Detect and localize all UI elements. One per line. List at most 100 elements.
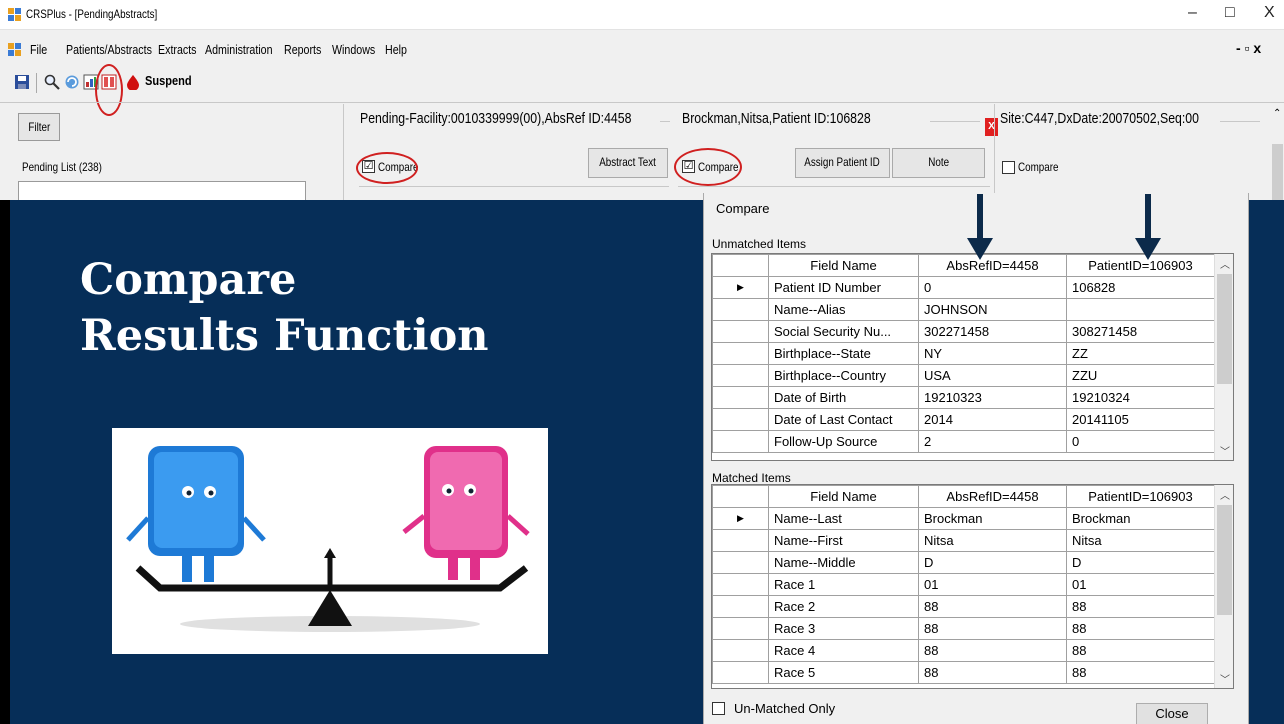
unmatched-row[interactable]: Follow-Up Source 2 0 [712,430,1215,453]
row-selector[interactable] [712,298,769,321]
matched-row[interactable]: Race 4 88 88 [712,639,1215,662]
matched-grid[interactable]: Field Name AbsRefID=4458 PatientID=10690… [711,484,1234,689]
absref-value-cell[interactable]: 88 [918,595,1067,618]
row-selector[interactable]: ▶ [712,507,769,530]
row-selector[interactable] [712,342,769,365]
absref-value-cell[interactable]: 01 [918,573,1067,596]
patient-value-cell[interactable]: 88 [1066,617,1215,640]
menu-reports[interactable]: Reports [284,42,321,57]
field-name-cell[interactable]: Name--First [768,529,919,552]
patient-value-cell[interactable]: 88 [1066,595,1215,618]
patient-value-cell[interactable]: ZZU [1066,364,1215,387]
menu-administration[interactable]: Administration [205,42,273,57]
matched-row[interactable]: Race 3 88 88 [712,617,1215,640]
close-window-button[interactable]: X [1264,4,1275,22]
menu-help[interactable]: Help [385,42,407,57]
menu-windows[interactable]: Windows [332,42,375,57]
minimize-button[interactable]: – [1188,4,1197,22]
assign-patient-id-button[interactable]: Assign Patient ID [795,148,890,178]
patient-value-cell[interactable]: Nitsa [1066,529,1215,552]
refresh-icon[interactable] [64,74,80,90]
absref-value-cell[interactable]: 0 [918,276,1067,299]
row-selector[interactable] [712,408,769,431]
unmatched-row[interactable]: Date of Birth 19210323 19210324 [712,386,1215,409]
patient-value-cell[interactable]: 88 [1066,661,1215,684]
menu-patients-abstracts[interactable]: Patients/Abstracts [66,42,152,57]
vertical-scrollbar[interactable]: ⌃ [1271,104,1284,200]
scroll-down-icon[interactable]: ﹀ [1220,443,1230,458]
matched-scrollbar[interactable]: ︿ ﹀ [1214,485,1233,688]
scroll-up-icon[interactable]: ⌃ [1273,108,1281,119]
close-button[interactable]: Close [1136,703,1208,724]
filter-button[interactable]: Filter [18,113,60,141]
absref-value-cell[interactable]: D [918,551,1067,574]
field-name-cell[interactable]: Race 5 [768,661,919,684]
save-icon[interactable] [14,74,30,90]
patient-value-cell[interactable]: 88 [1066,639,1215,662]
field-name-cell[interactable]: Birthplace--Country [768,364,919,387]
patient-value-cell[interactable]: ZZ [1066,342,1215,365]
patient-value-cell[interactable]: 01 [1066,573,1215,596]
field-name-cell[interactable]: Race 4 [768,639,919,662]
absref-value-cell[interactable]: Nitsa [918,529,1067,552]
restore-button[interactable]: □ [1225,4,1235,22]
close-panel-icon[interactable]: X [985,118,998,136]
field-name-cell[interactable]: Race 1 [768,573,919,596]
unmatched-row[interactable]: Birthplace--Country USA ZZU [712,364,1215,387]
row-selector[interactable] [712,639,769,662]
row-selector[interactable] [712,661,769,684]
row-selector[interactable]: ▶ [712,276,769,299]
unmatched-row[interactable]: Date of Last Contact 2014 20141105 [712,408,1215,431]
column-header-absref[interactable]: AbsRefID=4458 [918,485,1067,508]
absref-value-cell[interactable]: 88 [918,661,1067,684]
unmatched-scrollbar[interactable]: ︿ ﹀ [1214,254,1233,460]
pending-list-grid[interactable] [18,181,306,201]
scroll-thumb[interactable] [1217,505,1232,615]
field-name-cell[interactable]: Birthplace--State [768,342,919,365]
unmatched-only-checkbox[interactable] [712,702,725,715]
patient-value-cell[interactable] [1066,298,1215,321]
unmatched-row[interactable]: Social Security Nu... 302271458 308271458 [712,320,1215,343]
menu-file[interactable]: File [30,42,47,57]
field-name-cell[interactable]: Date of Last Contact [768,408,919,431]
row-selector[interactable] [712,430,769,453]
unmatched-grid[interactable]: Field Name AbsRefID=4458 PatientID=10690… [711,253,1234,461]
scroll-down-icon[interactable]: ﹀ [1220,671,1230,686]
row-selector[interactable] [712,320,769,343]
absref-value-cell[interactable]: Brockman [918,507,1067,530]
compare-checkbox-site[interactable] [1002,161,1015,174]
row-selector[interactable] [712,617,769,640]
field-name-cell[interactable]: Social Security Nu... [768,320,919,343]
abstract-text-button[interactable]: Abstract Text [588,148,668,178]
absref-value-cell[interactable]: 2 [918,430,1067,453]
field-name-cell[interactable]: Race 3 [768,617,919,640]
patient-value-cell[interactable]: 20141105 [1066,408,1215,431]
absref-value-cell[interactable]: USA [918,364,1067,387]
row-selector[interactable] [712,551,769,574]
patient-value-cell[interactable]: Brockman [1066,507,1215,530]
scroll-up-icon[interactable]: ︿ [1220,256,1230,271]
row-selector[interactable] [712,529,769,552]
field-name-cell[interactable]: Follow-Up Source [768,430,919,453]
absref-value-cell[interactable]: 2014 [918,408,1067,431]
scroll-up-icon[interactable]: ︿ [1220,487,1230,502]
row-selector[interactable] [712,386,769,409]
patient-value-cell[interactable]: 0 [1066,430,1215,453]
patient-value-cell[interactable]: 106828 [1066,276,1215,299]
absref-value-cell[interactable]: 302271458 [918,320,1067,343]
matched-row[interactable]: ▶ Name--Last Brockman Brockman [712,507,1215,530]
row-selector[interactable] [712,364,769,387]
menu-extracts[interactable]: Extracts [158,42,197,57]
unmatched-row[interactable]: ▶ Patient ID Number 0 106828 [712,276,1215,299]
matched-row[interactable]: Race 5 88 88 [712,661,1215,684]
patient-value-cell[interactable]: 308271458 [1066,320,1215,343]
absref-value-cell[interactable]: NY [918,342,1067,365]
column-header-field-name[interactable]: Field Name [768,254,919,277]
absref-value-cell[interactable]: 88 [918,639,1067,662]
patient-value-cell[interactable]: 19210324 [1066,386,1215,409]
unmatched-row[interactable]: Name--Alias JOHNSON [712,298,1215,321]
scroll-thumb[interactable] [1217,274,1232,384]
suspend-label[interactable]: Suspend [145,73,192,88]
absref-value-cell[interactable]: 19210323 [918,386,1067,409]
absref-value-cell[interactable]: JOHNSON [918,298,1067,321]
